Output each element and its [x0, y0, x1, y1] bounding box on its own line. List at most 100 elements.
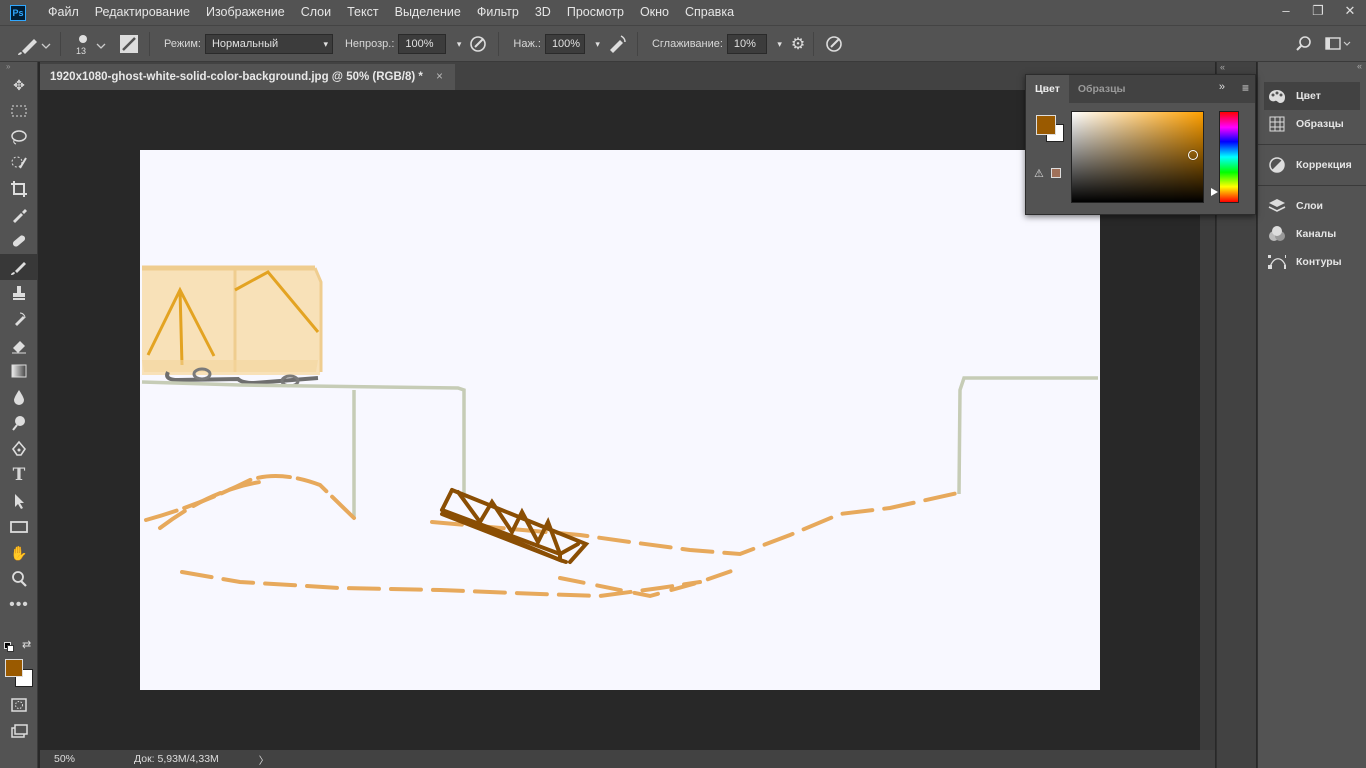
menu-file[interactable]: Файл [40, 0, 87, 25]
chevron-down-icon[interactable]: ▾ [595, 35, 600, 53]
clone-stamp-tool-icon[interactable] [0, 280, 38, 306]
color-field[interactable] [1071, 111, 1204, 203]
quick-selection-tool-icon[interactable] [0, 150, 38, 176]
brush-settings-panel-icon[interactable] [117, 32, 141, 56]
out-of-gamut-warning-icon[interactable]: ⚠ [1034, 167, 1044, 180]
close-document-icon[interactable]: × [436, 71, 443, 83]
window-controls: – ❐ ✕ [1270, 0, 1366, 25]
color-panel: Цвет Образцы » ≡ ⚠ [1025, 74, 1256, 215]
path-selection-tool-icon[interactable] [0, 488, 38, 514]
pressure-size-icon[interactable] [822, 32, 846, 56]
hue-slider-handle[interactable] [1211, 188, 1218, 196]
smoothing-input[interactable]: 10% ▾ [726, 33, 782, 54]
expand-panels-icon[interactable]: « [1217, 62, 1256, 72]
menu-image[interactable]: Изображение [198, 0, 293, 25]
mode-select[interactable]: Нормальный ▾ [204, 33, 333, 54]
smoothing-value: 10% [733, 37, 756, 50]
document-size: Док: 5,93M/4,33M [134, 753, 219, 765]
chevron-down-icon[interactable]: ▾ [777, 35, 782, 53]
opacity-label: Непрозр.: [344, 37, 395, 50]
lasso-tool-icon[interactable] [0, 124, 38, 150]
healing-brush-tool-icon[interactable] [0, 228, 38, 254]
flow-label: Наж.: [513, 37, 541, 50]
hue-slider[interactable] [1219, 111, 1239, 203]
quick-mask-icon[interactable] [0, 692, 38, 718]
document-canvas[interactable] [140, 150, 1100, 690]
dock-item-swatches[interactable]: Образцы [1258, 110, 1366, 138]
eraser-tool-icon[interactable] [0, 332, 38, 358]
menu-help[interactable]: Справка [677, 0, 742, 25]
photoshop-logo: Ps [10, 4, 26, 21]
collapse-toolbar-icon[interactable]: » [0, 62, 37, 72]
collapse-dock-icon[interactable]: « [1258, 62, 1366, 71]
tab-swatches[interactable]: Образцы [1069, 75, 1135, 103]
dock-item-label: Слои [1296, 200, 1323, 212]
document-tab[interactable]: 1920x1080-ghost-white-solid-color-backgr… [40, 64, 455, 90]
dock-item-label: Образцы [1296, 118, 1344, 130]
rectangle-tool-icon[interactable] [0, 514, 38, 540]
palette-icon [1268, 87, 1286, 105]
close-window-button[interactable]: ✕ [1334, 0, 1366, 25]
chevron-down-icon[interactable]: ▾ [457, 35, 462, 53]
channels-icon [1268, 225, 1286, 243]
menu-type[interactable]: Текст [339, 0, 386, 25]
move-tool-icon[interactable]: ✥ [0, 72, 38, 98]
workspace-switcher-icon[interactable] [1324, 34, 1354, 54]
bridge-truss-drawing [440, 488, 590, 564]
dock-item-adjustments[interactable]: Коррекция [1258, 151, 1366, 179]
tab-color[interactable]: Цвет [1026, 75, 1069, 103]
restore-button[interactable]: ❐ [1302, 0, 1334, 25]
gamut-color-swatch[interactable] [1051, 168, 1061, 178]
menu-edit[interactable]: Редактирование [87, 0, 198, 25]
marquee-tool-icon[interactable] [0, 98, 38, 124]
eyedropper-tool-icon[interactable] [0, 202, 38, 228]
search-icon[interactable] [1294, 34, 1314, 54]
dodge-tool-icon[interactable] [0, 410, 38, 436]
dock-item-layers[interactable]: Слои [1258, 192, 1366, 220]
opacity-input[interactable]: 100% ▾ [398, 33, 461, 54]
brush-tool-icon[interactable] [0, 254, 38, 280]
menu-select[interactable]: Выделение [387, 0, 469, 25]
menu-3d[interactable]: 3D [527, 0, 559, 25]
zoom-level[interactable]: 50% [54, 753, 134, 765]
zoom-tool-icon[interactable] [0, 566, 38, 592]
status-menu-arrow-icon[interactable]: 〉 [259, 752, 269, 767]
type-tool-icon[interactable]: T [0, 462, 38, 488]
swap-colors-icon[interactable]: ⇄ [22, 638, 31, 651]
panel-menu-icon[interactable]: ≡ [1242, 81, 1249, 95]
menu-layers[interactable]: Слои [293, 0, 339, 25]
dock-item-paths[interactable]: Контуры [1258, 248, 1366, 276]
collapse-panel-icon[interactable]: » [1219, 81, 1225, 93]
more-tools-icon[interactable]: ••• [0, 592, 38, 618]
panel-foreground-color-swatch[interactable] [1036, 115, 1056, 135]
menu-view[interactable]: Просмотр [559, 0, 632, 25]
flow-input[interactable]: 100% ▾ [544, 33, 600, 54]
dock-item-label: Коррекция [1296, 159, 1352, 171]
brush-size-picker[interactable]: 13 [69, 29, 113, 59]
tools-panel: » ✥ T ✋ ••• ⇄ [0, 62, 38, 768]
dock-divider [1258, 144, 1366, 145]
dock-item-channels[interactable]: Каналы [1258, 220, 1366, 248]
gradient-tool-icon[interactable] [0, 358, 38, 384]
dock-divider [1258, 185, 1366, 186]
brush-tool-preset-icon[interactable] [12, 29, 52, 59]
canvas-drawing [141, 265, 1098, 599]
pen-tool-icon[interactable] [0, 436, 38, 462]
blur-tool-icon[interactable] [0, 384, 38, 410]
dock-item-color[interactable]: Цвет [1264, 82, 1360, 110]
foreground-color-swatch[interactable] [5, 659, 23, 677]
menu-filter[interactable]: Фильтр [469, 0, 527, 25]
menu-window[interactable]: Окно [632, 0, 677, 25]
gear-icon[interactable]: ⚙ [791, 34, 805, 54]
chevron-down-icon: ▾ [323, 38, 328, 49]
layers-icon [1268, 197, 1286, 215]
pressure-opacity-icon[interactable] [466, 32, 490, 56]
hand-tool-icon[interactable]: ✋ [0, 540, 38, 566]
history-brush-tool-icon[interactable] [0, 306, 38, 332]
default-colors-icon[interactable] [4, 642, 14, 652]
minimize-button[interactable]: – [1270, 0, 1302, 25]
crop-tool-icon[interactable] [0, 176, 38, 202]
menu-bar: Ps Файл Редактирование Изображение Слои … [0, 0, 1366, 25]
airbrush-icon[interactable] [605, 32, 629, 56]
screen-mode-icon[interactable] [0, 718, 38, 744]
